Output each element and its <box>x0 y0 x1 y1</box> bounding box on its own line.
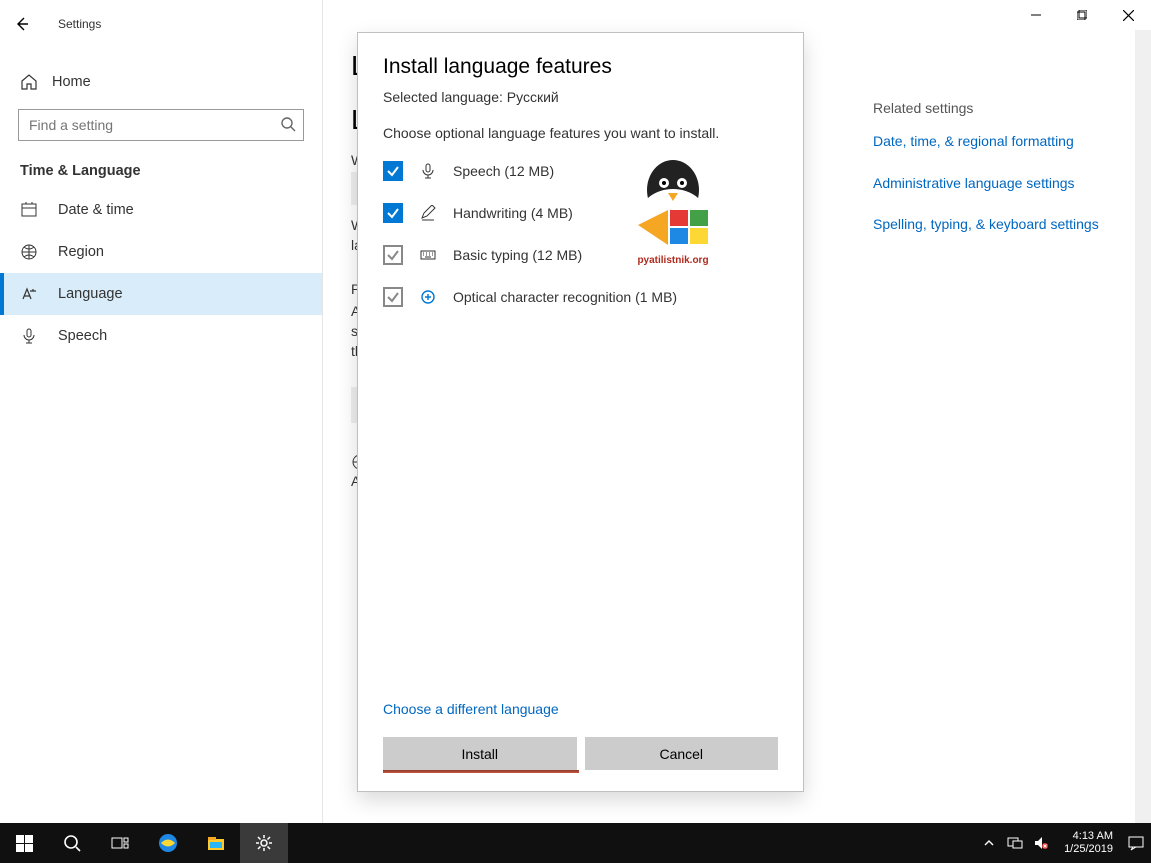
tray-volume-icon[interactable] <box>1030 823 1052 863</box>
globe-icon <box>20 243 38 261</box>
option-label: Handwriting (4 MB) <box>453 205 573 221</box>
handwriting-icon <box>419 204 437 222</box>
choose-different-language-link[interactable]: Choose a different language <box>383 701 778 717</box>
related-header: Related settings <box>873 100 1109 116</box>
back-button[interactable] <box>8 10 36 38</box>
settings-sidebar: Settings Home Time & Language <box>0 0 323 823</box>
microphone-icon <box>20 327 38 345</box>
scrollbar[interactable] <box>1135 30 1151 823</box>
sidebar-item-date-time[interactable]: Date & time <box>0 189 322 231</box>
taskbar-clock[interactable]: 4:13 AM 1/25/2019 <box>1056 830 1121 856</box>
sidebar-item-home[interactable]: Home <box>18 63 304 101</box>
option-row-handwriting: Handwriting (4 MB) <box>383 203 778 223</box>
sidebar-item-region[interactable]: Region <box>0 231 322 273</box>
clock-time: 4:13 AM <box>1064 830 1113 843</box>
checkbox-basic-typing <box>383 245 403 265</box>
option-row-ocr: Optical character recognition (1 MB) <box>383 287 778 307</box>
sidebar-item-language[interactable]: Language <box>0 273 322 315</box>
checkbox-ocr <box>383 287 403 307</box>
option-label: Basic typing (12 MB) <box>453 247 582 263</box>
language-icon <box>20 285 38 303</box>
related-link-date-time[interactable]: Date, time, & regional formatting <box>873 132 1109 152</box>
cancel-button[interactable]: Cancel <box>585 737 779 770</box>
option-row-basic-typing: Basic typing (12 MB) <box>383 245 778 265</box>
annotation-underline <box>383 770 579 773</box>
calendar-clock-icon <box>20 201 38 219</box>
taskbar-file-explorer[interactable] <box>192 823 240 863</box>
related-link-admin-lang[interactable]: Administrative language settings <box>873 174 1109 194</box>
clock-date: 1/25/2019 <box>1064 843 1113 856</box>
tray-chevron-icon[interactable] <box>978 823 1000 863</box>
sidebar-item-label: Speech <box>58 328 107 344</box>
search-input[interactable] <box>18 109 304 141</box>
taskbar: 4:13 AM 1/25/2019 <box>0 823 1151 863</box>
keyboard-icon <box>419 246 437 264</box>
action-center-icon[interactable] <box>1125 823 1147 863</box>
install-button[interactable]: Install <box>383 737 577 770</box>
taskbar-search[interactable] <box>48 823 96 863</box>
sidebar-item-speech[interactable]: Speech <box>0 315 322 357</box>
sidebar-item-label: Region <box>58 244 104 260</box>
close-button[interactable] <box>1105 0 1151 30</box>
taskbar-ie[interactable] <box>144 823 192 863</box>
section-title: Time & Language <box>18 163 304 179</box>
selected-language-label: Selected language: Русский <box>383 89 778 105</box>
dialog-instruction: Choose optional language features you wa… <box>383 125 778 141</box>
sidebar-item-label: Date & time <box>58 202 134 218</box>
task-view-button[interactable] <box>96 823 144 863</box>
option-row-speech: Speech (12 MB) <box>383 161 778 181</box>
microphone-icon <box>419 162 437 180</box>
dialog-title: Install language features <box>383 55 778 79</box>
related-settings: Related settings Date, time, & regional … <box>873 100 1109 257</box>
sidebar-item-label: Language <box>58 286 123 302</box>
checkbox-handwriting[interactable] <box>383 203 403 223</box>
checkbox-speech[interactable] <box>383 161 403 181</box>
related-link-spelling[interactable]: Spelling, typing, & keyboard settings <box>873 215 1109 235</box>
start-button[interactable] <box>0 823 48 863</box>
home-icon <box>20 73 38 91</box>
tray-network-icon[interactable] <box>1004 823 1026 863</box>
option-label: Optical character recognition (1 MB) <box>453 289 677 305</box>
install-language-dialog: Install language features Selected langu… <box>357 32 804 792</box>
home-label: Home <box>52 74 91 90</box>
ocr-icon <box>419 288 437 306</box>
search-icon <box>280 116 296 132</box>
app-title: Settings <box>58 17 101 31</box>
maximize-button[interactable] <box>1059 0 1105 30</box>
taskbar-settings[interactable] <box>240 823 288 863</box>
search-box[interactable] <box>18 109 304 141</box>
option-label: Speech (12 MB) <box>453 163 554 179</box>
minimize-button[interactable] <box>1013 0 1059 30</box>
